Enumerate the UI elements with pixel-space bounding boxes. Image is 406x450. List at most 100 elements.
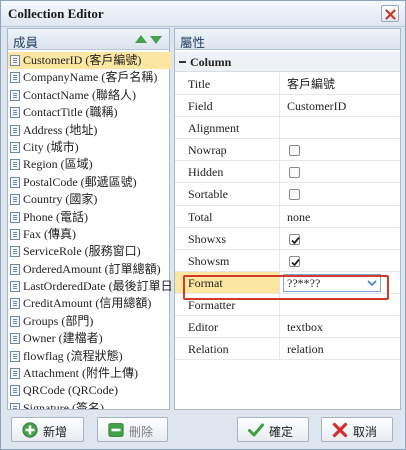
property-checkbox[interactable]	[289, 255, 300, 267]
add-button-label: 新增	[43, 425, 68, 439]
property-row[interactable]: Editor textbox	[175, 316, 400, 339]
member-item[interactable]: PostalCode (郵遞區號)	[8, 174, 171, 191]
member-item[interactable]: Fax (傳真)	[8, 226, 171, 243]
property-checkbox[interactable]	[289, 189, 300, 201]
member-item-label: Country (國家)	[23, 192, 98, 207]
property-value-checkbox-cell[interactable]	[281, 161, 400, 182]
member-item[interactable]: ContactTitle (職稱)	[8, 104, 171, 121]
close-button[interactable]	[381, 5, 399, 22]
field-icon	[10, 228, 20, 240]
property-name: Showxs	[175, 227, 280, 249]
check-icon	[291, 236, 300, 244]
member-item-label: Address (地址)	[23, 122, 98, 137]
property-row[interactable]: Showsm	[175, 249, 400, 272]
field-icon	[10, 402, 20, 409]
close-icon	[385, 9, 396, 20]
delete-button[interactable]: 刪除	[97, 417, 168, 442]
member-item-label: QRCode (QRCode)	[23, 383, 118, 398]
member-item-label: ContactName (聯絡人)	[23, 87, 136, 102]
field-icon	[10, 89, 20, 101]
property-checkbox[interactable]	[289, 233, 300, 245]
field-icon	[10, 315, 20, 327]
member-item[interactable]: Signature (簽名)	[8, 400, 171, 409]
add-button[interactable]: 新增	[11, 417, 84, 442]
property-row[interactable]: Field CustomerID	[175, 95, 400, 118]
member-item[interactable]: CompanyName (客戶名稱)	[8, 69, 171, 86]
property-row[interactable]: Relation relation	[175, 338, 400, 361]
field-icon	[10, 350, 20, 362]
member-item[interactable]: CustomerID (客戶編號)	[8, 52, 171, 70]
property-value-checkbox-cell[interactable]	[281, 183, 400, 204]
member-item[interactable]: Owner (建檔者)	[8, 330, 171, 347]
property-name: Editor	[175, 316, 280, 338]
property-value[interactable]: 客戶編號	[281, 73, 400, 94]
member-item-label: CustomerID (客戶編號)	[23, 53, 142, 67]
property-value-checkbox-cell[interactable]	[281, 250, 400, 271]
member-item[interactable]: Attachment (附件上傳)	[8, 365, 171, 382]
property-value-checkbox-cell[interactable]	[281, 228, 400, 249]
property-value[interactable]: none	[281, 206, 400, 227]
property-value[interactable]: textbox	[281, 316, 400, 337]
member-item[interactable]: LastOrderedDate (最後訂單日	[8, 278, 171, 295]
property-value[interactable]	[281, 117, 400, 138]
member-item[interactable]: Groups (部門)	[8, 313, 171, 330]
property-value[interactable]: relation	[281, 338, 400, 359]
member-item[interactable]: Region (區域)	[8, 156, 171, 173]
property-name: Relation	[175, 338, 280, 360]
field-icon	[10, 176, 20, 188]
add-icon	[22, 422, 38, 438]
member-item[interactable]: ServiceRole (服務窗口)	[8, 243, 171, 260]
property-row[interactable]: Alignment	[175, 117, 400, 140]
member-item[interactable]: Country (國家)	[8, 191, 171, 208]
checkmark-icon	[248, 423, 264, 437]
dialog-footer: 新增 刪除 確定 取消	[1, 411, 405, 449]
property-value-checkbox-cell[interactable]	[281, 139, 400, 160]
member-item[interactable]: City (城市)	[8, 139, 171, 156]
properties-header: 屬性	[175, 29, 400, 50]
property-group-column[interactable]: Column	[175, 52, 400, 72]
property-checkbox[interactable]	[289, 167, 300, 179]
member-item[interactable]: QRCode (QRCode)	[8, 382, 171, 399]
member-item[interactable]: flowflag (流程狀態)	[8, 348, 171, 365]
member-item[interactable]: OrderedAmount (訂單總額)	[8, 261, 171, 278]
member-item-label: ContactTitle (職稱)	[23, 105, 118, 120]
property-row[interactable]: Title 客戶編號	[175, 73, 400, 96]
field-icon	[10, 298, 20, 310]
check-icon	[291, 258, 300, 267]
title-bar[interactable]: Collection Editor	[1, 1, 405, 27]
property-name: Title	[175, 73, 280, 95]
property-row[interactable]: Nowrap	[175, 139, 400, 162]
collapse-icon[interactable]	[179, 61, 186, 63]
field-icon	[10, 211, 20, 223]
property-name: Total	[175, 205, 280, 227]
member-item[interactable]: Phone (電話)	[8, 209, 171, 226]
remove-icon	[108, 423, 124, 437]
member-item[interactable]: ContactName (聯絡人)	[8, 87, 171, 104]
member-item-label: Groups (部門)	[23, 313, 94, 328]
member-item-label: Signature (簽名)	[23, 400, 104, 409]
property-row[interactable]: Total none	[175, 205, 400, 228]
cancel-button[interactable]: 取消	[321, 417, 393, 442]
field-icon	[10, 246, 20, 258]
members-panel: 成員 CustomerID (客戶編號) CompanyName (客戶名稱) Co…	[7, 28, 171, 410]
property-row[interactable]: Showxs	[175, 227, 400, 250]
property-checkbox[interactable]	[289, 145, 300, 157]
field-icon	[10, 55, 20, 66]
member-item-label: LastOrderedDate (最後訂單日	[23, 279, 171, 294]
member-item[interactable]: Address (地址)	[8, 122, 171, 139]
property-group-label: Column	[190, 55, 232, 69]
members-header: 成員	[8, 29, 169, 50]
ok-button[interactable]: 確定	[237, 417, 309, 442]
member-item-label: Attachment (附件上傳)	[23, 366, 138, 381]
property-grid: Title 客戶編號 Field CustomerID Alignment Nowrap H…	[175, 73, 400, 361]
member-item[interactable]: CreditAmount (信用總額)	[8, 295, 171, 312]
field-icon	[10, 194, 20, 206]
property-row[interactable]: Sortable	[175, 183, 400, 206]
cancel-button-label: 取消	[353, 425, 378, 439]
property-row[interactable]: Hidden	[175, 161, 400, 184]
move-down-icon[interactable]	[150, 36, 162, 44]
move-up-icon[interactable]	[135, 35, 147, 43]
property-value[interactable]: CustomerID	[281, 95, 400, 116]
property-name: Field	[175, 95, 280, 117]
property-name: Alignment	[175, 117, 280, 139]
